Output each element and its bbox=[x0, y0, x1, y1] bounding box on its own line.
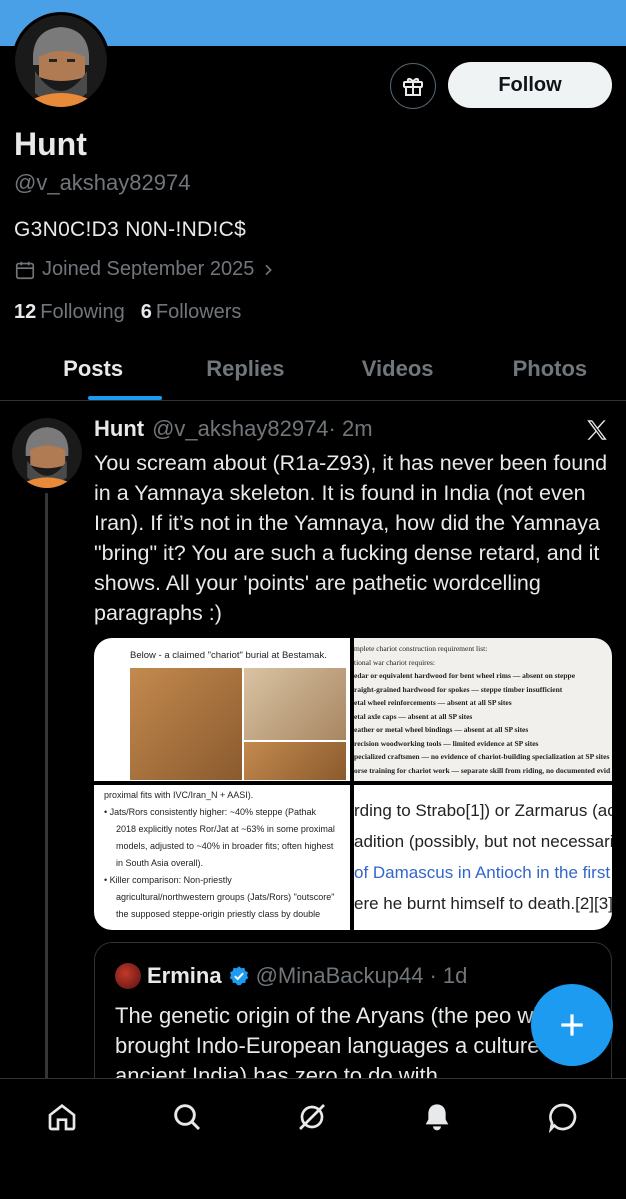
thread-line bbox=[45, 493, 48, 1083]
media-4-line: ere he burnt himself to death.[2][3] H bbox=[354, 894, 612, 913]
media-4-line: adition (possibly, but not necessaril bbox=[354, 832, 612, 851]
plus-icon bbox=[561, 1014, 583, 1036]
media-2-line: recision woodworking tools — limited evi… bbox=[354, 738, 539, 748]
nav-messages[interactable] bbox=[545, 1099, 581, 1135]
nav-search[interactable] bbox=[169, 1099, 205, 1135]
quote-time: · 1d bbox=[429, 963, 468, 988]
media-image-4[interactable]: rding to Strabo[1]) or Zarmarus (ac adit… bbox=[354, 785, 612, 930]
media-3-line: models, adjusted to ~40% in broader fits… bbox=[116, 841, 334, 851]
media-image-1[interactable]: Below - a claimed "chariot" burial at Be… bbox=[94, 638, 350, 781]
joined-date[interactable]: Joined September 2025 bbox=[14, 258, 276, 281]
gift-icon bbox=[403, 77, 423, 96]
quote-avatar bbox=[115, 963, 141, 989]
profile-tabs: Posts Replies Videos Photos bbox=[0, 345, 626, 401]
post-text: You scream about (R1a-Z93), it has never… bbox=[94, 451, 608, 625]
media-4-line: of Damascus in Antioch in the first bbox=[354, 863, 611, 882]
followers-count: 6 bbox=[140, 301, 152, 323]
media-2-line: orse training for chariot work — separat… bbox=[354, 765, 611, 775]
profile-bio: G3N0C!D3 N0N-!ND!C$ bbox=[14, 218, 247, 241]
media-1-caption: Below - a claimed "chariot" burial at Be… bbox=[130, 650, 327, 661]
messages-icon bbox=[548, 1103, 577, 1133]
followers-link[interactable]: 6 Followers bbox=[141, 301, 242, 324]
tab-videos[interactable]: Videos bbox=[322, 345, 474, 400]
x-logo-icon bbox=[587, 420, 607, 440]
calendar-icon bbox=[15, 261, 35, 279]
tab-photos[interactable]: Photos bbox=[474, 345, 626, 400]
home-icon bbox=[48, 1103, 76, 1131]
joined-label: Joined September 2025 bbox=[42, 258, 255, 280]
media-3-line: • Jats/Rors consistently higher: ~40% st… bbox=[104, 807, 317, 817]
media-2-line: mplete chariot construction requirement … bbox=[354, 644, 488, 653]
post-media-grid[interactable]: Below - a claimed "chariot" burial at Be… bbox=[94, 638, 612, 930]
quote-header: Ermina @MinaBackup44 · 1d bbox=[115, 963, 467, 989]
media-3-line: 2018 explicitly notes Ror/Jat at ~63% in… bbox=[116, 824, 335, 834]
media-3-line: in South Asia overall). bbox=[116, 858, 204, 868]
bell-icon bbox=[425, 1104, 449, 1131]
nav-grok[interactable] bbox=[294, 1099, 330, 1135]
media-4-line: rding to Strabo[1]) or Zarmarus (ac bbox=[354, 801, 612, 820]
media-image-3[interactable]: proximal fits with IVC/Iran_N + AASI). •… bbox=[94, 785, 350, 930]
nav-notifications[interactable] bbox=[419, 1099, 455, 1135]
post-time[interactable]: · 2m bbox=[329, 416, 373, 442]
media-2-line: raight-grained hardwood for spokes — ste… bbox=[354, 684, 563, 694]
post-author[interactable]: Hunt bbox=[94, 416, 144, 442]
following-label: Following bbox=[40, 301, 125, 323]
search-icon bbox=[174, 1104, 201, 1131]
verified-badge-icon bbox=[229, 966, 248, 986]
following-count: 12 bbox=[14, 301, 37, 323]
post-handle[interactable]: @v_akshay82974 bbox=[152, 416, 328, 442]
active-tab-indicator bbox=[88, 396, 162, 400]
post-avatar[interactable] bbox=[12, 418, 82, 488]
follow-button[interactable]: Follow bbox=[448, 62, 612, 108]
media-3-line: the supposed steppe-origin priestly clas… bbox=[116, 909, 321, 919]
media-2-line: pecialized craftsmen — no evidence of ch… bbox=[354, 752, 610, 761]
following-link[interactable]: 12 Following bbox=[14, 301, 125, 324]
media-3-line: • Killer comparison: Non-priestly bbox=[104, 875, 232, 885]
compose-button[interactable] bbox=[531, 984, 613, 1066]
follow-stats: 12 Following 6 Followers bbox=[14, 301, 241, 324]
media-2-line: tional war chariot requires: bbox=[354, 657, 436, 667]
profile-handle: @v_akshay82974 bbox=[14, 170, 191, 195]
media-image-2[interactable]: mplete chariot construction requirement … bbox=[354, 638, 612, 781]
profile-avatar[interactable] bbox=[12, 12, 110, 110]
post-header: Hunt @v_akshay82974 · 2m bbox=[94, 416, 373, 442]
media-2-line: etal axle caps — absent at all SP sites bbox=[354, 711, 473, 721]
quote-handle: @MinaBackup44 bbox=[255, 963, 424, 988]
quote-author: Ermina bbox=[147, 963, 222, 988]
tab-posts[interactable]: Posts bbox=[17, 345, 169, 400]
gift-button[interactable] bbox=[390, 63, 436, 109]
followers-label: Followers bbox=[155, 301, 242, 323]
nav-home[interactable] bbox=[44, 1099, 80, 1135]
media-2-line: edar or equivalent hardwood for bent whe… bbox=[354, 671, 576, 680]
media-3-line: agricultural/northwestern groups (Jats/R… bbox=[116, 892, 335, 902]
media-3-line: proximal fits with IVC/Iran_N + AASI). bbox=[104, 790, 254, 800]
profile-name: Hunt bbox=[14, 126, 87, 162]
media-2-line: eather or metal wheel bindings — absent … bbox=[354, 725, 529, 734]
chevron-right-icon bbox=[265, 264, 273, 275]
media-2-line: etal wheel reinforcements — absent at al… bbox=[354, 698, 512, 707]
tab-replies[interactable]: Replies bbox=[169, 345, 321, 400]
grok-icon bbox=[299, 1104, 325, 1130]
bottom-navigation bbox=[0, 1078, 626, 1199]
